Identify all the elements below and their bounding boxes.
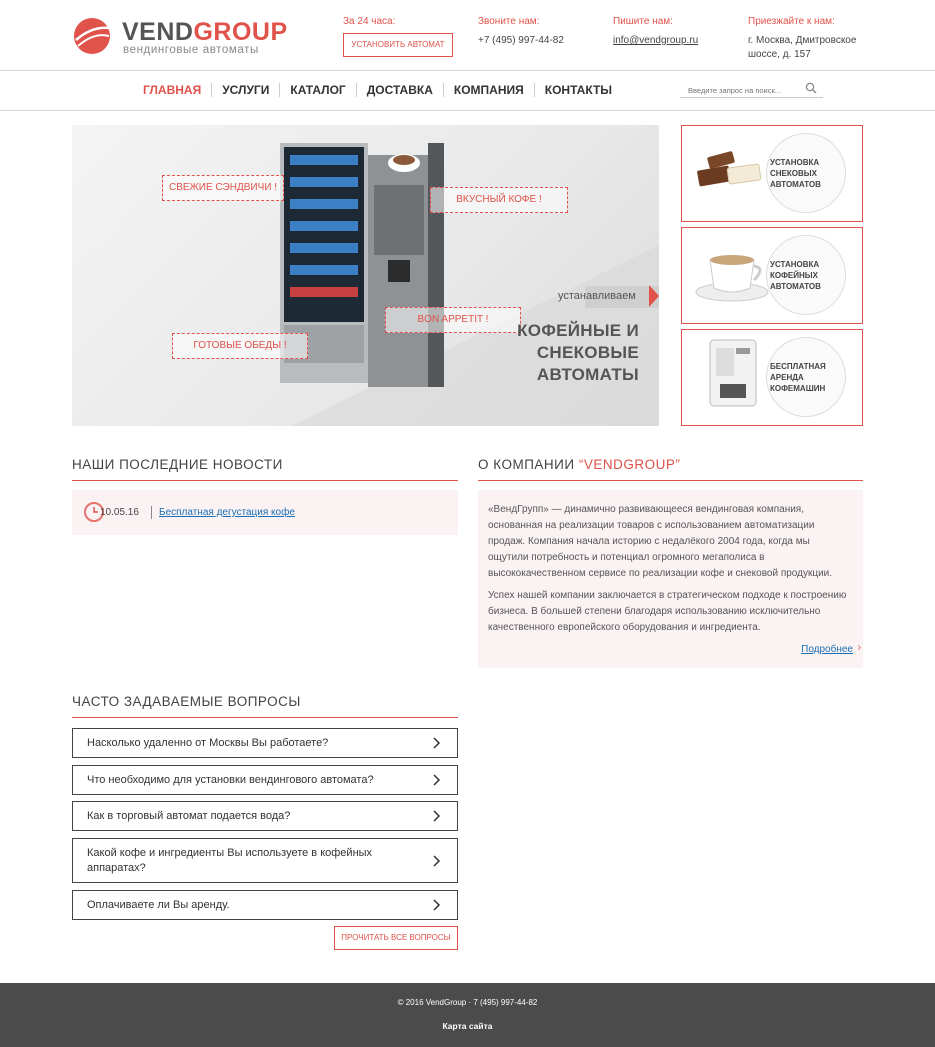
nav-item-delivery[interactable]: ДОСТАВКА: [355, 83, 443, 97]
service-card-label: БЕСПЛАТНАЯ АРЕНДА КОФЕМАШИН: [770, 362, 826, 393]
faq-item[interactable]: Как в торговый автомат подается вода?: [72, 801, 458, 831]
faq-question: Что необходимо для установки вендинговог…: [87, 773, 374, 786]
hero-title: КОФЕЙНЫЕ И СНЕКОВЫЕ АВТОМАТЫ: [517, 320, 639, 386]
hero-tag-appetit: BON APPETIT !: [385, 307, 521, 333]
ribbon-arrow-icon: [649, 285, 659, 307]
search-icon[interactable]: [805, 82, 817, 94]
read-all-questions-button[interactable]: ПРОЧИТАТЬ ВСЕ ВОПРОСЫ: [334, 926, 458, 950]
about-paragraph-2: Успех нашей компании заключается в страт…: [488, 590, 847, 633]
site-footer: © 2016 VendGroup · 7 (495) 997-44-82 Кар…: [0, 983, 935, 1047]
address-line-1: г. Москва, Дмитровское: [748, 35, 857, 46]
chevron-right-icon: [433, 737, 441, 749]
about-paragraph-1: «ВендГрупп» — динамично развивающееся ве…: [488, 504, 833, 579]
chevron-right-icon: [433, 774, 441, 786]
about-box: «ВендГрупп» — динамично развивающееся ве…: [478, 490, 863, 668]
hero-title-line2: СНЕКОВЫЕ: [536, 343, 639, 362]
about-title: О КОМПАНИИ “VENDGROUP”: [478, 457, 863, 481]
logo-subtitle: вендинговые автоматы: [123, 44, 259, 56]
service-card-label: УСТАНОВКА КОФЕЙНЫХ АВТОМАТОВ: [770, 260, 821, 291]
coffee-cup-icon: [695, 255, 769, 302]
news-link[interactable]: Бесплатная дегустация кофе: [159, 507, 295, 518]
logo[interactable]: VENDGROUP вендинговые автоматы: [72, 16, 287, 58]
search-input[interactable]: [680, 82, 798, 99]
install-button[interactable]: УСТАНОВИТЬ АВТОМАТ: [343, 33, 453, 57]
about-more-link[interactable]: Подробнее: [801, 642, 853, 658]
logo-mark-icon: [74, 18, 111, 54]
about-title-brand: “VENDGROUP”: [578, 457, 681, 472]
hero-title-line3: АВТОМАТЫ: [536, 365, 639, 384]
email-link[interactable]: info@vendgroup.ru: [613, 34, 698, 48]
phone-value[interactable]: +7 (495) 997-44-82: [478, 34, 564, 48]
phone-label: Звоните нам:: [478, 16, 540, 27]
service-card-snack[interactable]: УСТАНОВКА СНЕКОВЫХ АВТОМАТОВ: [681, 125, 863, 222]
news-item: 10.05.16 Бесплатная дегустация кофе: [72, 490, 458, 535]
news-title: НАШИ ПОСЛЕДНИЕ НОВОСТИ: [72, 457, 458, 481]
news-separator: [151, 506, 152, 519]
faq-item[interactable]: Что необходимо для установки вендинговог…: [72, 765, 458, 795]
faq-item[interactable]: Какой кофе и ингредиенты Вы используете …: [72, 838, 458, 883]
nav-item-catalog[interactable]: КАТАЛОГ: [279, 83, 355, 97]
nav-menu: ГЛАВНАЯ УСЛУГИ КАТАЛОГ ДОСТАВКА КОМПАНИЯ…: [143, 83, 622, 97]
faq-question: Как в торговый автомат подается вода?: [87, 809, 291, 822]
chevron-right-icon: ›: [857, 642, 861, 653]
header-address: Приезжайте к нам: г. Москва, Дмитровское…: [748, 15, 856, 62]
nav-item-contacts[interactable]: КОНТАКТЫ: [533, 83, 622, 97]
faq-question: Насколько удаленно от Москвы Вы работает…: [87, 736, 329, 749]
sitemap-link[interactable]: Карта сайта: [0, 1021, 935, 1031]
about-title-main: О КОМПАНИИ: [478, 457, 579, 472]
service-card-rent[interactable]: БЕСПЛАТНАЯ АРЕНДА КОФЕМАШИН: [681, 329, 863, 426]
hero-tag-coffee: ВКУСНЫЙ КОФЕ !: [430, 187, 568, 213]
faq-question: Оплачиваете ли Вы аренду.: [87, 898, 230, 911]
faq-item[interactable]: Оплачиваете ли Вы аренду.: [72, 890, 458, 920]
coffee-machine-icon: [709, 339, 757, 407]
footer-copyright: © 2016 VendGroup · 7 (495) 997-44-82: [397, 998, 538, 1007]
address-label: Приезжайте к нам:: [748, 16, 835, 27]
news-date: 10.05.16: [100, 507, 139, 518]
nav-item-company[interactable]: КОМПАНИЯ: [442, 83, 534, 97]
header-install: За 24 часа: УСТАНОВИТЬ АВТОМАТ: [343, 15, 453, 57]
chevron-right-icon: [433, 810, 441, 822]
service-card-label: УСТАНОВКА СНЕКОВЫХ АВТОМАТОВ: [770, 158, 821, 189]
chevron-right-icon: [433, 899, 441, 911]
hero-tag-sandwiches: СВЕЖИЕ СЭНДВИЧИ !: [162, 175, 284, 201]
faq-item[interactable]: Насколько удаленно от Москвы Вы работает…: [72, 728, 458, 758]
chocolate-icon: [697, 151, 762, 187]
faq-question: Какой кофе и ингредиенты Вы используете …: [87, 846, 373, 874]
nav-item-services[interactable]: УСЛУГИ: [211, 83, 279, 97]
address-line-2: шоссе, д. 157: [748, 49, 811, 60]
hero-title-line1: КОФЕЙНЫЕ И: [517, 321, 639, 340]
hero-subtitle: устанавливаем: [558, 290, 636, 302]
email-label: Пишите нам:: [613, 16, 673, 27]
search-box: [680, 80, 823, 99]
logo-text: VENDGROUP: [122, 18, 288, 46]
chevron-right-icon: [433, 854, 441, 867]
hero-tag-lunches: ГОТОВЫЕ ОБЕДЫ !: [172, 333, 308, 359]
header-email: Пишите нам: info@vendgroup.ru: [613, 15, 698, 48]
header-phone: Звоните нам: +7 (495) 997-44-82: [478, 15, 564, 48]
hero-banner[interactable]: СВЕЖИЕ СЭНДВИЧИ ! ВКУСНЫЙ КОФЕ ! BON APP…: [72, 125, 659, 426]
install-label: За 24 часа:: [343, 16, 396, 27]
faq-title: ЧАСТО ЗАДАВАЕМЫЕ ВОПРОСЫ: [72, 694, 458, 718]
logo-text-vend: VEND: [122, 18, 194, 46]
site-header: VENDGROUP вендинговые автоматы За 24 час…: [0, 0, 935, 71]
nav-item-home[interactable]: ГЛАВНАЯ: [143, 83, 211, 97]
logo-text-group: GROUP: [193, 18, 288, 46]
service-card-coffee[interactable]: УСТАНОВКА КОФЕЙНЫХ АВТОМАТОВ: [681, 227, 863, 324]
